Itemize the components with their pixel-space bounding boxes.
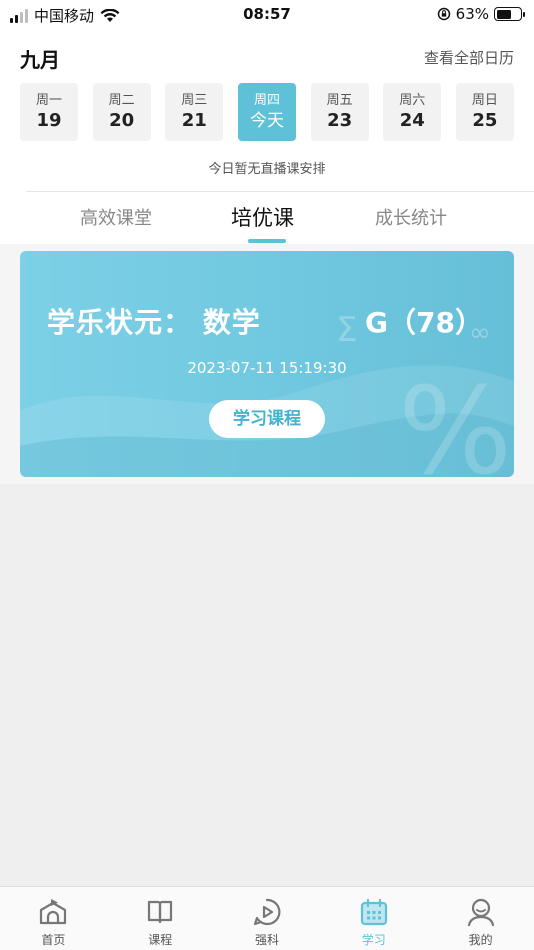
study-course-button[interactable]: 学习课程 bbox=[209, 400, 325, 438]
day-date: 25 bbox=[472, 110, 498, 131]
day-date: 19 bbox=[36, 110, 62, 131]
month-title: 九月 bbox=[20, 48, 60, 72]
day-weekday: 周三 bbox=[181, 93, 208, 108]
calendar-header: 九月 查看全部日历 周一 19 周二 20 周三 21 周四 今天 周五 23 … bbox=[0, 30, 534, 244]
day-cell-sat[interactable]: 周六 24 bbox=[383, 83, 442, 141]
course-list: % Σ ∞ ∝ 学乐状元： 数学 G（78） 2023-07-11 15:19:… bbox=[0, 244, 534, 484]
svg-text:Σ: Σ bbox=[336, 310, 357, 350]
calendar-icon bbox=[360, 898, 387, 926]
nav-item-study[interactable]: 学习 bbox=[320, 887, 427, 950]
nav-label: 强科 bbox=[254, 933, 279, 947]
nav-label: 学习 bbox=[361, 933, 386, 947]
course-title: 学乐状元： 数学 bbox=[47, 306, 261, 339]
view-all-calendar-link[interactable]: 查看全部日历 bbox=[424, 47, 514, 68]
tab-efficient-class[interactable]: 高效课堂 bbox=[80, 204, 152, 230]
play-circle-icon bbox=[253, 898, 281, 926]
day-date: 20 bbox=[109, 110, 135, 131]
battery-icon bbox=[494, 7, 525, 21]
no-live-class-notice: 今日暂无直播课安排 bbox=[208, 162, 326, 177]
day-cell-fri[interactable]: 周五 23 bbox=[310, 83, 369, 141]
nav-item-me[interactable]: 我的 bbox=[427, 887, 534, 950]
day-cell-mon[interactable]: 周一 19 bbox=[20, 83, 78, 141]
day-weekday: 周二 bbox=[108, 93, 135, 108]
day-weekday: 周五 bbox=[326, 93, 353, 108]
day-cell-wed[interactable]: 周三 21 bbox=[165, 83, 224, 141]
day-weekday: 周一 bbox=[35, 93, 62, 108]
day-weekday: 周六 bbox=[399, 93, 426, 108]
nav-label: 课程 bbox=[148, 933, 173, 947]
day-cell-tue[interactable]: 周二 20 bbox=[92, 83, 151, 141]
divider bbox=[26, 191, 534, 192]
day-cell-sun[interactable]: 周日 25 bbox=[455, 83, 514, 141]
tab-bar: 高效课堂 培优课 成长统计 bbox=[0, 200, 534, 244]
day-cell-thu-today[interactable]: 周四 今天 bbox=[237, 83, 296, 141]
nav-item-home[interactable]: 首页 bbox=[0, 887, 107, 950]
tab-growth-stats[interactable]: 成长统计 bbox=[375, 204, 447, 230]
day-date: 21 bbox=[181, 110, 207, 131]
nav-item-strong-subjects[interactable]: 强科 bbox=[214, 887, 321, 950]
day-date: 24 bbox=[399, 110, 425, 131]
nav-label: 我的 bbox=[468, 933, 493, 947]
day-date: 23 bbox=[327, 110, 353, 131]
book-icon bbox=[148, 900, 173, 924]
bottom-navigation: 首页 课程 强科 学习 我的 bbox=[0, 886, 534, 950]
user-icon bbox=[467, 898, 494, 927]
tab-advanced-course[interactable]: 培优课 bbox=[231, 202, 294, 232]
home-icon bbox=[40, 899, 67, 925]
day-weekday: 周四 bbox=[253, 93, 280, 108]
status-bar: 中国移动 08:57 63% bbox=[0, 0, 534, 30]
course-card[interactable]: % Σ ∞ ∝ 学乐状元： 数学 G（78） 2023-07-11 15:19:… bbox=[20, 251, 514, 477]
nav-label: 首页 bbox=[41, 933, 66, 947]
day-weekday: 周日 bbox=[471, 93, 498, 108]
day-date: 今天 bbox=[249, 111, 284, 131]
active-tab-indicator bbox=[248, 239, 286, 243]
nav-item-courses[interactable]: 课程 bbox=[107, 887, 214, 950]
battery-percent: 63% bbox=[455, 5, 489, 23]
rotation-lock-icon bbox=[437, 7, 450, 21]
svg-text:%: % bbox=[398, 363, 512, 477]
course-grade: G（78） bbox=[365, 306, 483, 339]
week-strip: 周一 19 周二 20 周三 21 周四 今天 周五 23 周六 24 周日 2… bbox=[20, 83, 514, 141]
course-datetime: 2023-07-11 15:19:30 bbox=[187, 359, 347, 377]
